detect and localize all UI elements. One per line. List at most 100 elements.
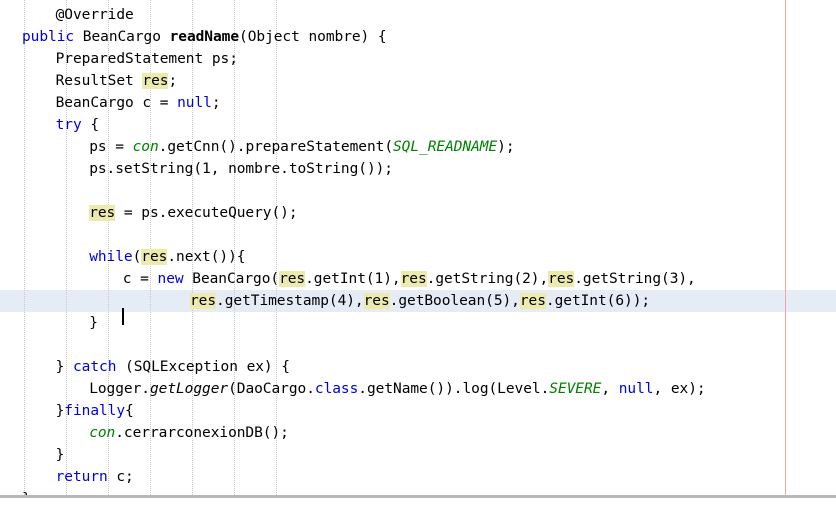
occurrence-highlight-token: res: [89, 205, 116, 221]
editor-bottom-separator: [0, 495, 836, 507]
code-line-text: public BeanCargo readName(Object nombre)…: [0, 26, 387, 48]
code-editor-surface[interactable]: @Override public BeanCargo readName(Objec…: [0, 0, 836, 507]
code-line[interactable]: @Override: [0, 4, 836, 26]
code-token: BeanCargo: [74, 29, 170, 45]
code-line[interactable]: res.getTimestamp(4),res.getBoolean(5),re…: [0, 290, 836, 312]
code-line-text: res.getTimestamp(4),res.getBoolean(5),re…: [0, 290, 650, 312]
code-token: null: [177, 95, 212, 111]
code-line[interactable]: }finally{: [0, 400, 836, 422]
code-line[interactable]: } catch (SQLException ex) {: [0, 356, 836, 378]
code-token: .getString(3),: [574, 271, 696, 287]
code-line[interactable]: try {: [0, 114, 836, 136]
code-token: .getBoolean(5),: [389, 293, 520, 309]
code-line-text: Logger.getLogger(DaoCargo.class.getName(…: [0, 378, 706, 400]
code-line[interactable]: while(res.next()){: [0, 246, 836, 268]
code-token: .cerrarconexionDB();: [115, 425, 289, 441]
code-token: class: [314, 381, 359, 397]
code-line[interactable]: ps = con.getCnn().prepareStatement(SQL_R…: [0, 136, 836, 158]
code-token: SEVERE: [549, 381, 602, 397]
code-line[interactable]: con.cerrarconexionDB();: [0, 422, 836, 444]
code-token: }: [55, 359, 73, 375]
code-line[interactable]: c = new BeanCargo(res.getInt(1),res.getS…: [0, 268, 836, 290]
code-line[interactable]: [0, 334, 836, 356]
text-caret: [122, 308, 124, 325]
occurrence-highlight-token: res: [363, 293, 390, 309]
code-token: }: [55, 403, 65, 419]
occurrence-highlight-token: res: [142, 73, 169, 89]
occurrence-highlight-token: res: [400, 271, 427, 287]
code-line[interactable]: res = ps.executeQuery();: [0, 202, 836, 224]
code-token: public: [22, 29, 75, 45]
code-line[interactable]: return c;: [0, 466, 836, 488]
code-line-text: }: [0, 312, 98, 334]
code-line[interactable]: }: [0, 444, 836, 466]
occurrence-highlight-token: res: [141, 249, 168, 265]
code-token: try: [55, 117, 82, 133]
code-line-text: while(res.next()){: [0, 246, 246, 268]
occurrence-highlight-token: res: [279, 271, 306, 287]
code-token: (Object nombre) {: [239, 29, 387, 45]
code-token: .getName()).log(Level.: [358, 381, 550, 397]
code-token: }: [55, 447, 65, 463]
code-token: .getString(2),: [426, 271, 549, 287]
code-token: , ex);: [653, 381, 706, 397]
code-line-text: res = ps.executeQuery();: [0, 202, 298, 224]
code-token: catch: [72, 359, 117, 375]
code-token: con: [89, 425, 116, 441]
code-token: (SQLException ex) {: [116, 359, 290, 375]
occurrence-highlight-token: res: [190, 293, 217, 309]
code-token: (DaoCargo.: [228, 381, 315, 397]
code-token: Logger.: [89, 381, 150, 397]
code-token: BeanCargo(: [183, 271, 280, 287]
code-line-text: ps.setString(1, nombre.toString());: [0, 158, 393, 180]
code-line[interactable]: }: [0, 312, 836, 334]
code-token: );: [497, 139, 515, 155]
code-token: .next()){: [167, 249, 246, 265]
code-token: .getTimestamp(4),: [216, 293, 364, 309]
occurrence-highlight-token: res: [548, 271, 575, 287]
code-token: }: [89, 315, 98, 331]
code-token: = ps.executeQuery();: [115, 205, 298, 221]
code-token: finally: [64, 403, 126, 419]
code-token: ps.setString(1, nombre.toString());: [89, 161, 393, 177]
code-line-text: BeanCargo c = null;: [0, 92, 221, 114]
code-line[interactable]: [0, 224, 836, 246]
code-token: SQL_READNAME: [393, 139, 498, 155]
code-token: BeanCargo c =: [55, 95, 178, 111]
code-token: while: [89, 249, 133, 265]
code-token: (: [132, 249, 142, 265]
code-token: new: [157, 271, 184, 287]
code-line-text: con.cerrarconexionDB();: [0, 422, 289, 444]
code-line-text: ResultSet res;: [0, 70, 177, 92]
code-token: return: [55, 469, 108, 485]
code-line-text: ps = con.getCnn().prepareStatement(SQL_R…: [0, 136, 515, 158]
code-token: PreparedStatement ps;: [55, 51, 238, 67]
code-token: @Override: [55, 7, 134, 23]
code-line[interactable]: public BeanCargo readName(Object nombre)…: [0, 26, 836, 48]
code-token: ResultSet: [55, 73, 143, 89]
code-line-text: return c;: [0, 466, 134, 488]
code-token: .getInt(1),: [305, 271, 401, 287]
code-token: .getInt(6));: [545, 293, 651, 309]
code-line-text: }: [0, 444, 65, 466]
code-token: null: [618, 381, 654, 397]
code-line[interactable]: Logger.getLogger(DaoCargo.class.getName(…: [0, 378, 836, 400]
code-line[interactable]: ps.setString(1, nombre.toString());: [0, 158, 836, 180]
code-line-text: PreparedStatement ps;: [0, 48, 238, 70]
code-line-text: @Override: [0, 4, 134, 26]
code-token: readName: [169, 29, 240, 45]
code-line-text: } catch (SQLException ex) {: [0, 356, 290, 378]
code-token: ;: [168, 73, 178, 89]
code-line[interactable]: BeanCargo c = null;: [0, 92, 836, 114]
code-token: getLogger: [149, 381, 229, 397]
code-token: c;: [107, 469, 134, 485]
code-line-text: try {: [0, 114, 99, 136]
code-token: ;: [211, 95, 221, 111]
code-line[interactable]: ResultSet res;: [0, 70, 836, 92]
code-line-text: }finally{: [0, 400, 134, 422]
code-token: ,: [601, 381, 619, 397]
code-line-text: c = new BeanCargo(res.getInt(1),res.getS…: [0, 268, 696, 290]
code-token: ps =: [89, 139, 133, 155]
code-line[interactable]: [0, 180, 836, 202]
code-line[interactable]: PreparedStatement ps;: [0, 48, 836, 70]
